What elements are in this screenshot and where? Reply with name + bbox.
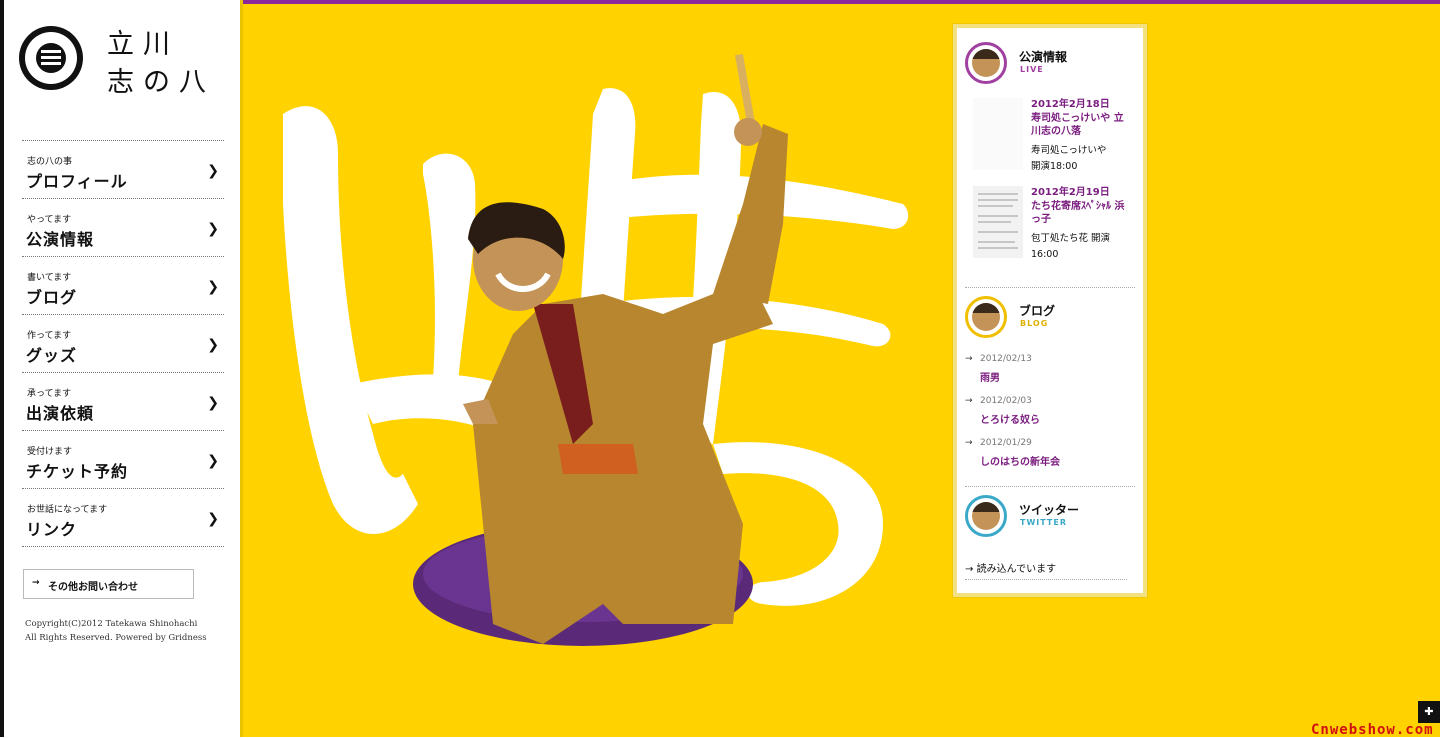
logo-name: 立川 志の八 <box>107 26 215 102</box>
event-title[interactable]: 2012年2月18日 寿司処こっけいや 立川志の八落 <box>1031 98 1127 139</box>
blog-entry-title[interactable]: しのはちの新年会 <box>980 453 1060 468</box>
blog-section-header[interactable]: ブログ BLOG <box>965 296 1135 338</box>
right-panel: 公演情報 LIVE 2012年2月18日 寿司処こっけいや 立川志の八落 寿司処… <box>953 24 1147 597</box>
arrow-right-icon: → <box>32 578 40 588</box>
contact-button[interactable]: → その他お問い合わせ <box>23 569 194 599</box>
nav-item-goods[interactable]: 作ってますグッズ ❯ <box>22 315 224 373</box>
copyright-line1: Copyright(C)2012 Tatekawa Shinohachi <box>25 619 198 629</box>
chevron-right-icon: ❯ <box>207 453 219 469</box>
nav-sub-label: やってます <box>27 215 72 225</box>
site-logo[interactable]: 立川 志の八 <box>19 26 239 98</box>
event-title[interactable]: 2012年2月19日 たち花寄席ｽﾍﾟｼｬﾙ 浜っ子 <box>1031 186 1127 227</box>
nav-sub-label: 志の八の事 <box>27 157 73 167</box>
section-divider <box>965 287 1135 288</box>
section-divider <box>965 486 1135 487</box>
twitter-title: ツイッター <box>1019 503 1080 517</box>
chevron-right-icon: ❯ <box>207 163 219 179</box>
blog-title: ブログ <box>1019 304 1056 318</box>
nav-label: 公演情報 <box>26 230 95 249</box>
chevron-right-icon: ❯ <box>207 279 219 295</box>
event-desc: 包丁処たち花 開演16:00 <box>1031 233 1111 260</box>
nav-sub-label: 承ってます <box>27 389 72 399</box>
nav-sub-label: 作ってます <box>27 331 72 341</box>
twitter-en: TWITTER <box>1020 518 1067 527</box>
logo-line1: 立川 <box>107 29 179 60</box>
contact-label: その他お問い合わせ <box>48 582 138 593</box>
nav-sub-label: 書いてます <box>27 273 72 283</box>
nav-label: 出演依頼 <box>26 404 95 423</box>
copyright-line2: All Rights Reserved. Powered by Gridness <box>25 633 207 643</box>
twitter-loading: → 読み込んでいます <box>965 560 1127 580</box>
blog-entry-title[interactable]: とろける奴ら <box>980 411 1040 426</box>
nav-item-ticket[interactable]: 受付けますチケット予約 ❯ <box>22 431 224 489</box>
live-avatar-icon <box>965 42 1007 84</box>
copyright: Copyright(C)2012 Tatekawa Shinohachi All… <box>25 617 207 645</box>
nav-label: プロフィール <box>26 172 128 191</box>
arrow-right-icon: → <box>965 396 973 406</box>
twitter-loading-text: 読み込んでいます <box>976 564 1057 575</box>
nav-sub-label: お世話になってます <box>27 505 108 515</box>
hero-image <box>283 53 909 646</box>
blog-en: BLOG <box>1020 319 1049 328</box>
chevron-right-icon: ❯ <box>207 337 219 353</box>
blog-entry-title[interactable]: 雨男 <box>980 369 1000 384</box>
nav-label: ブログ <box>26 288 78 307</box>
live-title: 公演情報 <box>1019 50 1068 64</box>
nav-label: リンク <box>26 520 78 539</box>
live-en: LIVE <box>1020 65 1044 74</box>
nav-item-blog[interactable]: 書いてますブログ ❯ <box>22 257 224 315</box>
nav-label: グッズ <box>26 346 78 365</box>
blog-date: 2012/02/13 <box>980 354 1032 364</box>
expand-icon[interactable]: ✚ <box>1418 701 1440 723</box>
arrow-right-icon: → <box>965 564 974 575</box>
watermark: Cnwebshow.com <box>1311 722 1434 738</box>
family-crest-icon <box>19 26 83 90</box>
event-thumbnail <box>973 186 1023 258</box>
twitter-section-header[interactable]: ツイッター TWITTER <box>965 495 1135 537</box>
live-item[interactable]: 2012年2月19日 たち花寄席ｽﾍﾟｼｬﾙ 浜っ子 包丁処たち花 開演16:0… <box>965 186 1135 276</box>
event-thumbnail <box>973 98 1023 170</box>
arrow-right-icon: → <box>965 438 973 448</box>
live-section-header[interactable]: 公演情報 LIVE <box>965 42 1135 84</box>
event-desc: 寿司処こっけいや 開演18:00 <box>1031 145 1107 172</box>
main-area: 公演情報 LIVE 2012年2月18日 寿司処こっけいや 立川志の八落 寿司処… <box>243 4 1440 737</box>
nav-label: チケット予約 <box>26 462 129 481</box>
nav-item-booking[interactable]: 承ってます出演依頼 ❯ <box>22 373 224 431</box>
chevron-right-icon: ❯ <box>207 511 219 527</box>
nav-item-links[interactable]: お世話になってますリンク ❯ <box>22 489 224 547</box>
nav-sub-label: 受付けます <box>27 447 73 457</box>
nav-item-profile[interactable]: 志の八の事プロフィール ❯ <box>22 141 224 199</box>
chevron-right-icon: ❯ <box>207 395 219 411</box>
blog-date: 2012/02/03 <box>980 396 1032 406</box>
chevron-right-icon: ❯ <box>207 221 219 237</box>
live-item[interactable]: 2012年2月18日 寿司処こっけいや 立川志の八落 寿司処こっけいや 開演18… <box>965 98 1135 178</box>
arrow-right-icon: → <box>965 354 973 364</box>
twitter-avatar-icon <box>965 495 1007 537</box>
blog-avatar-icon <box>965 296 1007 338</box>
nav-item-live[interactable]: やってます公演情報 ❯ <box>22 199 224 257</box>
sidebar: 立川 志の八 志の八の事プロフィール ❯ やってます公演情報 ❯ 書いてますブログ ❯… <box>4 0 240 737</box>
logo-line2: 志の八 <box>107 67 215 98</box>
main-nav: 志の八の事プロフィール ❯ やってます公演情報 ❯ 書いてますブログ ❯ 作ってますグ… <box>22 140 224 547</box>
blog-date: 2012/01/29 <box>980 438 1032 448</box>
